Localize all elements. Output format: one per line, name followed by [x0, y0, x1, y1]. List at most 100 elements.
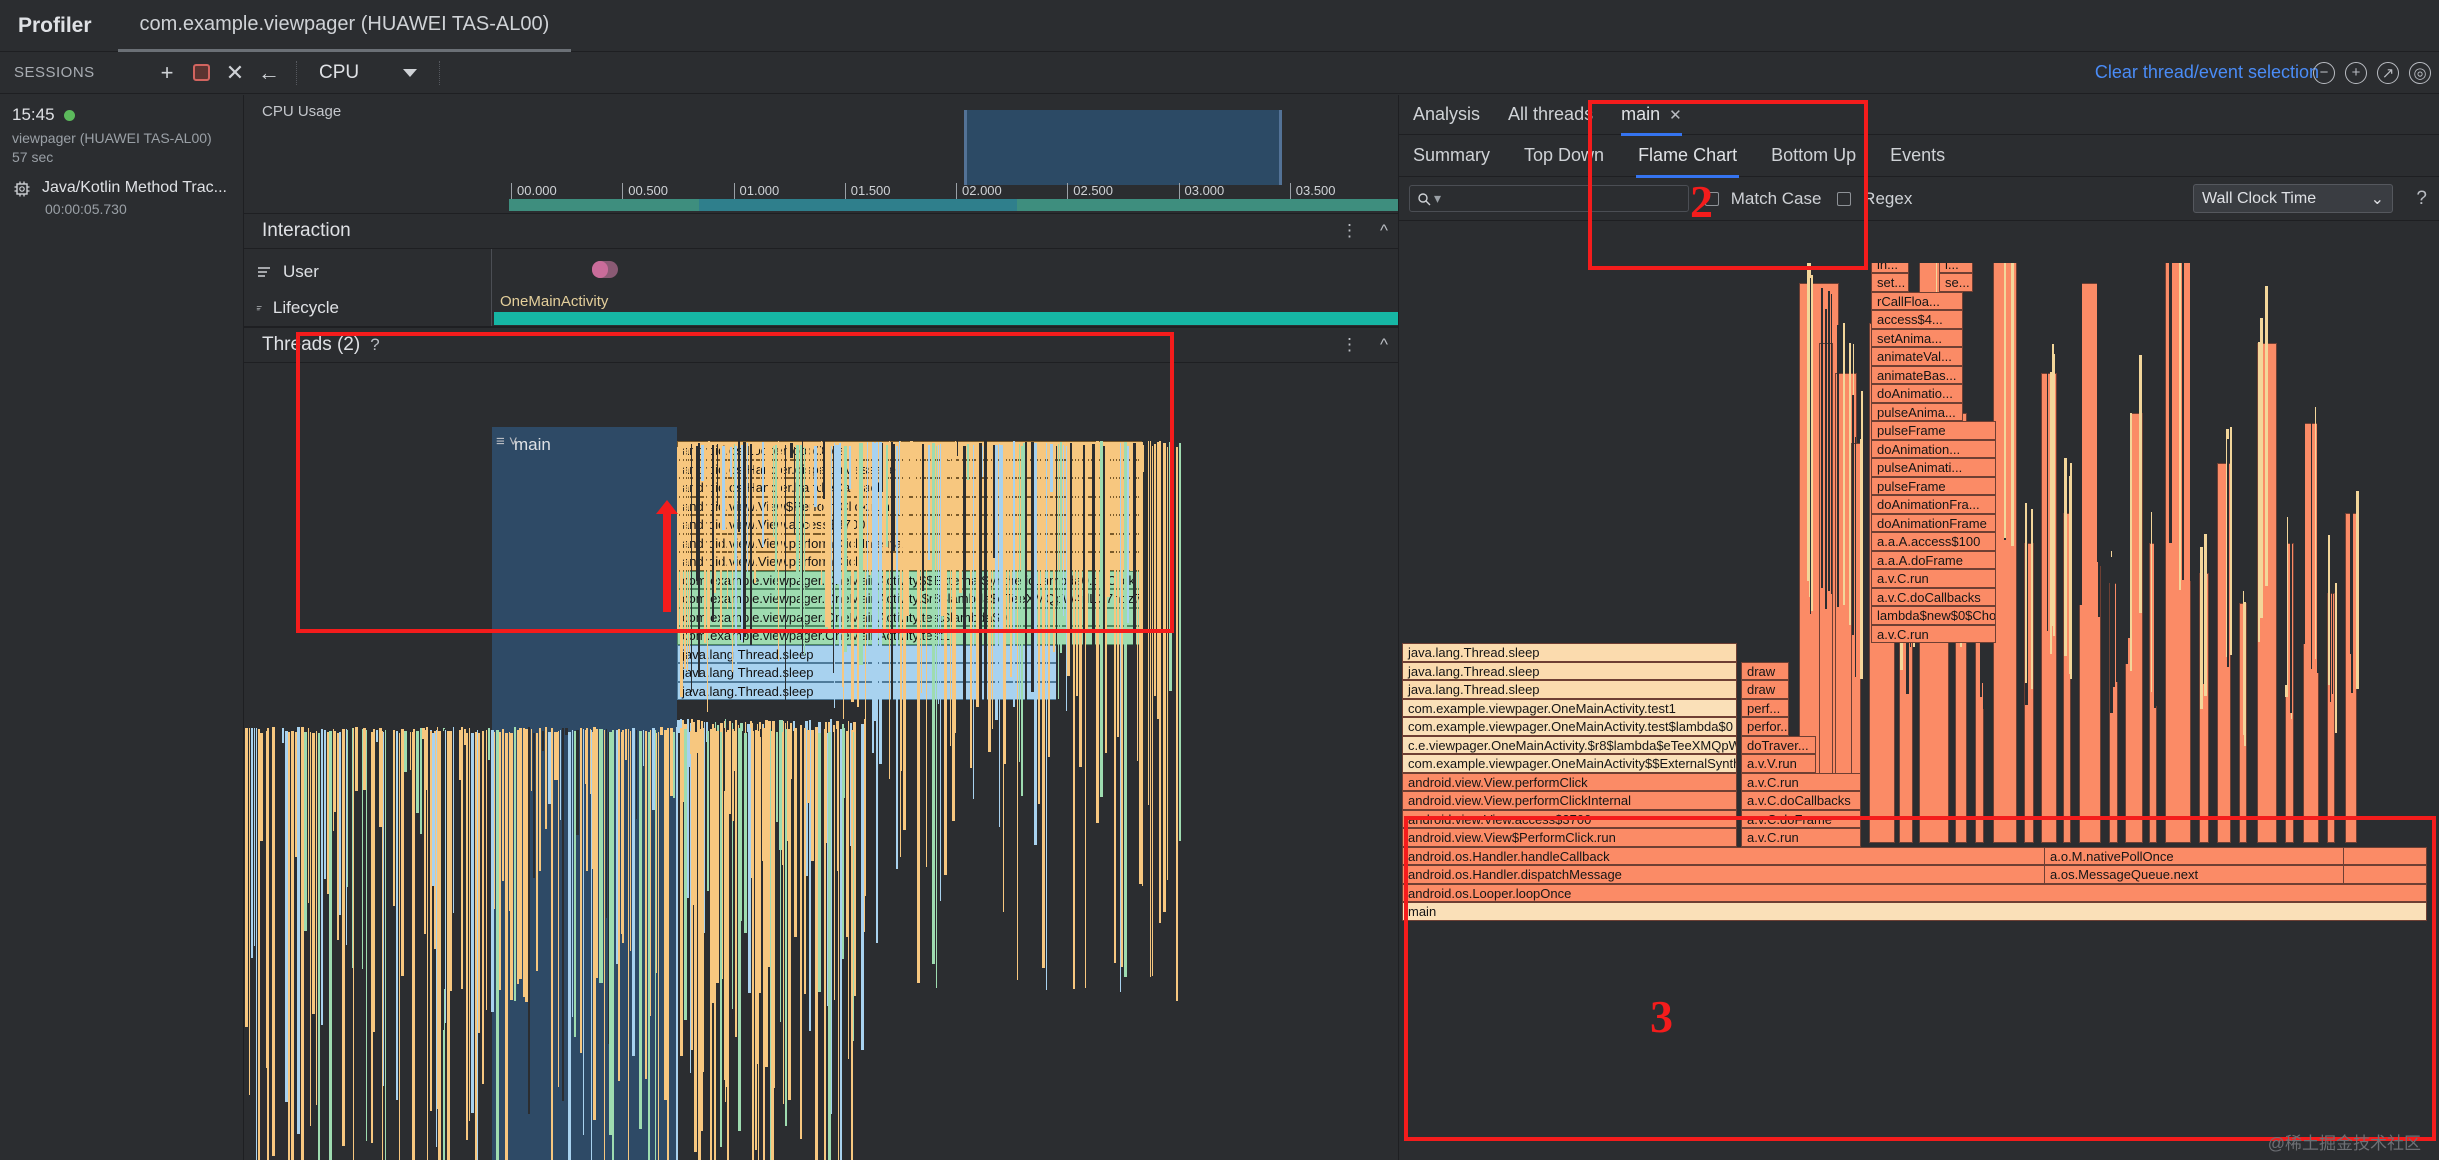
tab-all-threads[interactable]: All threads	[1508, 104, 1593, 125]
zoom-out-icon[interactable]: −	[2313, 61, 2335, 84]
flame-frame[interactable]: lambda$new$0$Cho...	[1871, 606, 1996, 625]
more-vertical-icon[interactable]: ⋮	[1341, 221, 1358, 241]
flame-frame[interactable]: set...	[1871, 273, 1909, 292]
stop-record-icon[interactable]	[184, 56, 218, 90]
session-entry[interactable]: 15:45 viewpager (HUAWEI TAS-AL00) 57 sec	[0, 95, 243, 169]
flame-chart[interactable]: java.lang.Thread.sleep java.lang.Thread.s…	[1399, 263, 2439, 1160]
interaction-row-user[interactable]: User	[244, 255, 339, 289]
tab-main[interactable]: main ✕	[1621, 104, 1682, 136]
flame-frame[interactable]: doAnimationFrame	[1871, 513, 1996, 532]
flame-frame[interactable]: java.lang.Thread.sleep	[1402, 643, 1737, 662]
selection-right-handle[interactable]	[1279, 110, 1282, 185]
attach-live-icon[interactable]: ◎	[2409, 61, 2431, 84]
flame-spike[interactable]	[2041, 373, 2057, 843]
threads-flame-area[interactable]: main ≡ ˅ android.os.Looper.loopOnceandro…	[244, 427, 1398, 1160]
flame-frame[interactable]: access$4...	[1871, 310, 1963, 329]
flame-frame[interactable]: android.view.View.access$3700	[1402, 809, 1737, 828]
timeline-selection-band[interactable]	[964, 110, 1282, 185]
chevron-up-icon[interactable]: ^	[1380, 335, 1388, 355]
flame-spike[interactable]	[2217, 463, 2231, 843]
flame-frame[interactable]: pulseAnimati...	[1871, 458, 1996, 477]
flame-frame[interactable]: in...	[1871, 263, 1909, 273]
flame-frame[interactable]: android.view.View.performClickInternal	[1402, 791, 1737, 810]
flame-frame[interactable]: pulseFrame	[1871, 476, 1996, 495]
flame-frame[interactable]: rCallFloa...	[1871, 291, 1963, 310]
interaction-row-lifecycle[interactable]: Lifecycle	[244, 291, 339, 325]
tab-summary[interactable]: Summary	[1413, 145, 1490, 166]
tab-top-down[interactable]: Top Down	[1524, 145, 1604, 166]
flame-frame[interactable]: pulseFrame	[1871, 421, 1996, 440]
toolbar-divider-2	[439, 60, 441, 85]
flame-frame[interactable]: android.view.View$PerformClick.run	[1402, 828, 1737, 847]
flame-frame[interactable]: a.a.A.access$100	[1871, 532, 1996, 551]
help-icon[interactable]: ?	[2416, 188, 2427, 210]
chevron-up-icon[interactable]: ^	[1380, 221, 1388, 241]
flame-frame[interactable]: a.a.A.doFrame	[1871, 550, 1996, 569]
flame-frame[interactable]: a.v.C.doCallbacks	[1871, 587, 1996, 606]
zoom-in-icon[interactable]: +	[2345, 61, 2367, 84]
flame-frame[interactable]: com.example.viewpager.OneMainActivity.te…	[1402, 717, 1737, 736]
flame-frame[interactable]: draw	[1741, 680, 1789, 699]
flame-spike-detail	[2129, 412, 2132, 671]
flame-frame[interactable]: a.o.M.nativePollOnce	[2044, 846, 2344, 865]
help-icon[interactable]: ?	[360, 335, 379, 355]
regex-label: Regex	[1863, 188, 1913, 208]
flame-frame[interactable]: a.os.MessageQueue.next	[2044, 865, 2344, 884]
flame-frame[interactable]: java.lang.Thread.sleep	[1402, 680, 1737, 699]
more-vertical-icon[interactable]: ⋮	[1341, 335, 1358, 355]
flame-frame[interactable]: animateBas...	[1871, 365, 1963, 384]
flame-frame[interactable]: android.view.View.performClick	[1402, 772, 1737, 791]
flame-frame[interactable]: perfor...	[1741, 717, 1789, 736]
flame-frame[interactable]: doAnimatio...	[1871, 384, 1963, 403]
back-arrow-icon[interactable]: ←	[252, 56, 286, 90]
user-touch-event[interactable]	[592, 261, 618, 278]
flame-frame[interactable]: draw	[1741, 661, 1789, 680]
flame-spike-detail	[2050, 371, 2052, 654]
tab-bottom-up[interactable]: Bottom Up	[1771, 145, 1856, 166]
flame-frame[interactable]: setAnima...	[1871, 328, 1963, 347]
thread-expand-icon[interactable]: ≡ ˅	[496, 433, 518, 450]
flame-frame[interactable]: doAnimation...	[1871, 439, 1996, 458]
flame-frame[interactable]: a.v.C.doFrame	[1741, 809, 1861, 828]
monitor-select[interactable]: CPU	[307, 62, 429, 84]
match-case-option[interactable]: Match Case	[1705, 189, 1821, 209]
clear-selection-link[interactable]: Clear thread/event selection	[2095, 62, 2319, 83]
flame-frame[interactable]: a.v.C.run	[1741, 772, 1861, 791]
device-process-tab[interactable]: com.example.viewpager (HUAWEI TAS-AL00)	[117, 0, 572, 52]
trace-entry[interactable]: Java/Kotlin Method Trac... 00:00:05.730	[0, 169, 243, 227]
search-input[interactable]: ▾	[1409, 185, 1689, 212]
interaction-row-label-user: User	[283, 262, 319, 281]
regex-option[interactable]: Regex	[1837, 189, 1912, 209]
flame-frame[interactable]: animateVal...	[1871, 347, 1963, 366]
plus-icon[interactable]: +	[150, 56, 184, 90]
close-icon[interactable]: ✕	[218, 56, 252, 90]
flame-frame[interactable]: perf...	[1741, 698, 1789, 717]
flame-frame[interactable]: a.v.C.doCallbacks	[1741, 791, 1861, 810]
tab-events[interactable]: Events	[1890, 145, 1945, 166]
regex-checkbox[interactable]	[1837, 191, 1852, 206]
close-icon[interactable]: ✕	[1669, 107, 1682, 124]
tab-analysis[interactable]: Analysis	[1413, 104, 1480, 125]
flame-frame[interactable]: com.example.viewpager.OneMainActivity.te…	[1402, 698, 1737, 717]
flame-frame[interactable]: pulseAnima...	[1871, 402, 1963, 421]
flame-frame[interactable]: a.v.C.run	[1871, 624, 1996, 643]
flame-frame[interactable]: java.lang.Thread.sleep	[1402, 661, 1737, 680]
flame-frame[interactable]: a.v.C.run	[1741, 828, 1861, 847]
tab-flame-chart[interactable]: Flame Chart	[1636, 145, 1740, 178]
clock-type-select[interactable]: Wall Clock Time ⌄	[2193, 184, 2393, 213]
flame-frame[interactable]: android.os.Looper.loopOnce	[1402, 883, 2427, 902]
flame-frame[interactable]: a.v.C.run	[1871, 569, 1996, 588]
flame-frame[interactable]: com.example.viewpager.OneMainActivity$$E…	[1402, 754, 1737, 773]
flame-frame[interactable]: se...	[1939, 273, 1973, 292]
flame-frame[interactable]: a.v.V.run	[1741, 754, 1816, 773]
flame-frame[interactable]: doAnimationFra...	[1871, 495, 1996, 514]
flame-frame[interactable]: main	[1402, 902, 2427, 921]
flame-frame[interactable]: c.e.viewpager.OneMainActivity.$r8$lambda…	[1402, 735, 1737, 754]
cpu-usage-graph[interactable]	[509, 110, 1398, 185]
search-dropdown-icon[interactable]: ▾	[1434, 190, 1441, 207]
lifecycle-bar[interactable]	[494, 312, 1398, 325]
flame-frame[interactable]: i...	[1939, 263, 1973, 273]
selection-left-handle[interactable]	[964, 110, 967, 185]
zoom-to-fit-icon[interactable]: ↗	[2377, 61, 2399, 84]
flame-frame[interactable]: doTraver...	[1741, 735, 1816, 754]
